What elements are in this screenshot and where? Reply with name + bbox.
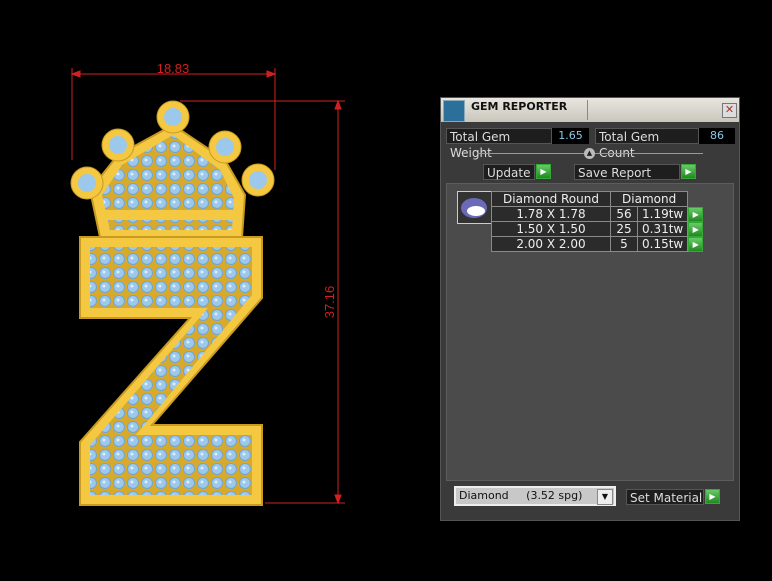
row-go-button[interactable]: ▶ — [688, 236, 704, 252]
save-report-button[interactable]: Save Report — [574, 164, 680, 180]
set-material-go-button[interactable]: ▶ — [705, 489, 720, 504]
height-dimension-label: 37.16 — [322, 286, 337, 319]
total-gem-count-value: 86 — [699, 128, 735, 144]
row-go-button[interactable]: ▶ — [688, 206, 704, 222]
table-row: 1.50 X 1.50 25 0.31tw ▶ — [491, 221, 712, 237]
jewelry-viewport[interactable]: 18.83 37.16 — [0, 0, 430, 581]
gem-count: 25 — [610, 221, 638, 237]
gem-reporter-app-icon — [443, 100, 465, 122]
header-material: Diamond — [609, 191, 689, 207]
gem-size: 1.78 X 1.78 — [491, 206, 611, 222]
gem-table: Diamond Round Diamond 1.78 X 1.78 56 1.19tw… — [491, 191, 712, 252]
update-go-button[interactable]: ▶ — [536, 164, 551, 179]
header-shape: Diamond Round — [491, 191, 611, 207]
gem-count: 5 — [610, 236, 638, 252]
diamond-gem-icon — [457, 191, 492, 224]
set-material-button[interactable]: Set Material — [626, 489, 704, 505]
close-button[interactable]: ✕ — [722, 103, 737, 118]
material-select[interactable]: Diamond (3.52 spg) ▼ — [454, 486, 616, 506]
collapse-toggle-icon[interactable]: ▲ — [584, 148, 595, 159]
save-report-go-button[interactable]: ▶ — [681, 164, 696, 179]
gem-size: 2.00 X 2.00 — [491, 236, 611, 252]
letter-z-pendant — [79, 236, 263, 506]
crown — [70, 100, 275, 238]
chevron-down-icon[interactable]: ▼ — [597, 489, 613, 505]
gem-weight: 0.31tw — [636, 221, 689, 237]
width-dimension-label: 18.83 — [157, 61, 190, 76]
gem-list-area: Diamond Round Diamond 1.78 X 1.78 56 1.19tw… — [446, 183, 734, 481]
total-gem-count-label: Total Gem Count — [595, 128, 699, 160]
row-go-button[interactable]: ▶ — [688, 221, 704, 237]
title-bar[interactable]: GEM REPORTER ✕ — [441, 98, 739, 122]
total-gem-weight-label: Total Gem Weight — [446, 128, 552, 160]
table-row: 1.78 X 1.78 56 1.19tw ▶ — [491, 206, 712, 222]
gem-size: 1.50 X 1.50 — [491, 221, 611, 237]
gem-weight: 1.19tw — [636, 206, 689, 222]
title-divider — [587, 100, 588, 120]
material-select-value: Diamond (3.52 spg) — [459, 489, 583, 502]
gem-reporter-panel: GEM REPORTER ✕ Total Gem Weight 1.65 Tot… — [440, 97, 740, 521]
table-row: 2.00 X 2.00 5 0.15tw ▶ — [491, 236, 712, 252]
panel-title: GEM REPORTER — [471, 100, 568, 113]
gem-weight: 0.15tw — [636, 236, 689, 252]
gem-count: 56 — [610, 206, 638, 222]
total-gem-weight-value: 1.65 — [552, 128, 589, 144]
update-button[interactable]: Update — [483, 164, 535, 180]
